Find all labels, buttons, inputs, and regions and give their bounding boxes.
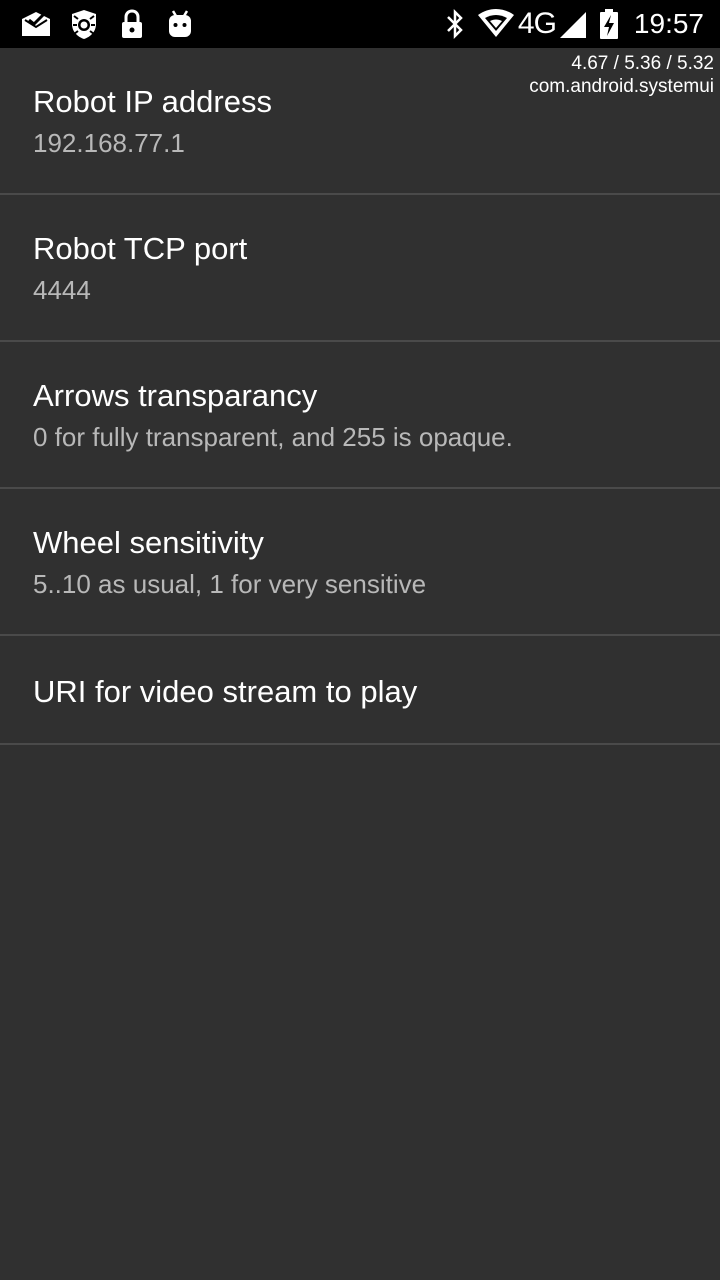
system-status-icons: 4G 19:57 [444, 0, 704, 48]
wifi-icon [477, 9, 514, 37]
pref-title: Robot TCP port [33, 231, 248, 266]
mail-check-icon [22, 12, 50, 36]
shield-bug-icon [72, 10, 96, 39]
pref-wheel-sensitivity[interactable]: Wheel sensitivity 5..10 as usual, 1 for … [0, 489, 720, 636]
pref-title: Wheel sensitivity [33, 525, 264, 560]
battery-charging-icon [599, 9, 618, 39]
pref-title: Arrows transparancy [33, 378, 318, 413]
cellular-signal-icon [559, 12, 586, 38]
pref-summary: 0 for fully transparent, and 255 is opaq… [33, 422, 513, 452]
network-type-label: 4G [517, 7, 557, 40]
pref-title: URI for video stream to play [33, 674, 418, 709]
pref-title: Robot IP address [33, 84, 272, 119]
pref-arrows-transparency[interactable]: Arrows transparancy 0 for fully transpar… [0, 342, 720, 489]
pref-summary: 4444 [33, 275, 91, 305]
pref-summary: 192.168.77.1 [33, 128, 185, 158]
pref-video-stream-uri[interactable]: URI for video stream to play [0, 636, 720, 745]
android-icon [169, 10, 191, 37]
cpu-load-overlay: 4.67 / 5.36 / 5.32 com.android.systemui [529, 52, 714, 98]
lock-icon [122, 9, 142, 38]
status-bar: 4G 19:57 [0, 0, 720, 48]
pref-summary: 5..10 as usual, 1 for very sensitive [33, 569, 427, 599]
notification-icons [20, 7, 212, 41]
pref-robot-tcp-port[interactable]: Robot TCP port 4444 [0, 195, 720, 342]
bluetooth-icon [447, 8, 463, 40]
process-name-text: com.android.systemui [529, 76, 714, 97]
load-average-text: 4.67 / 5.36 / 5.32 [571, 53, 714, 74]
preferences-list: Robot IP address 192.168.77.1 Robot TCP … [0, 48, 720, 745]
clock: 19:57 [633, 8, 704, 39]
